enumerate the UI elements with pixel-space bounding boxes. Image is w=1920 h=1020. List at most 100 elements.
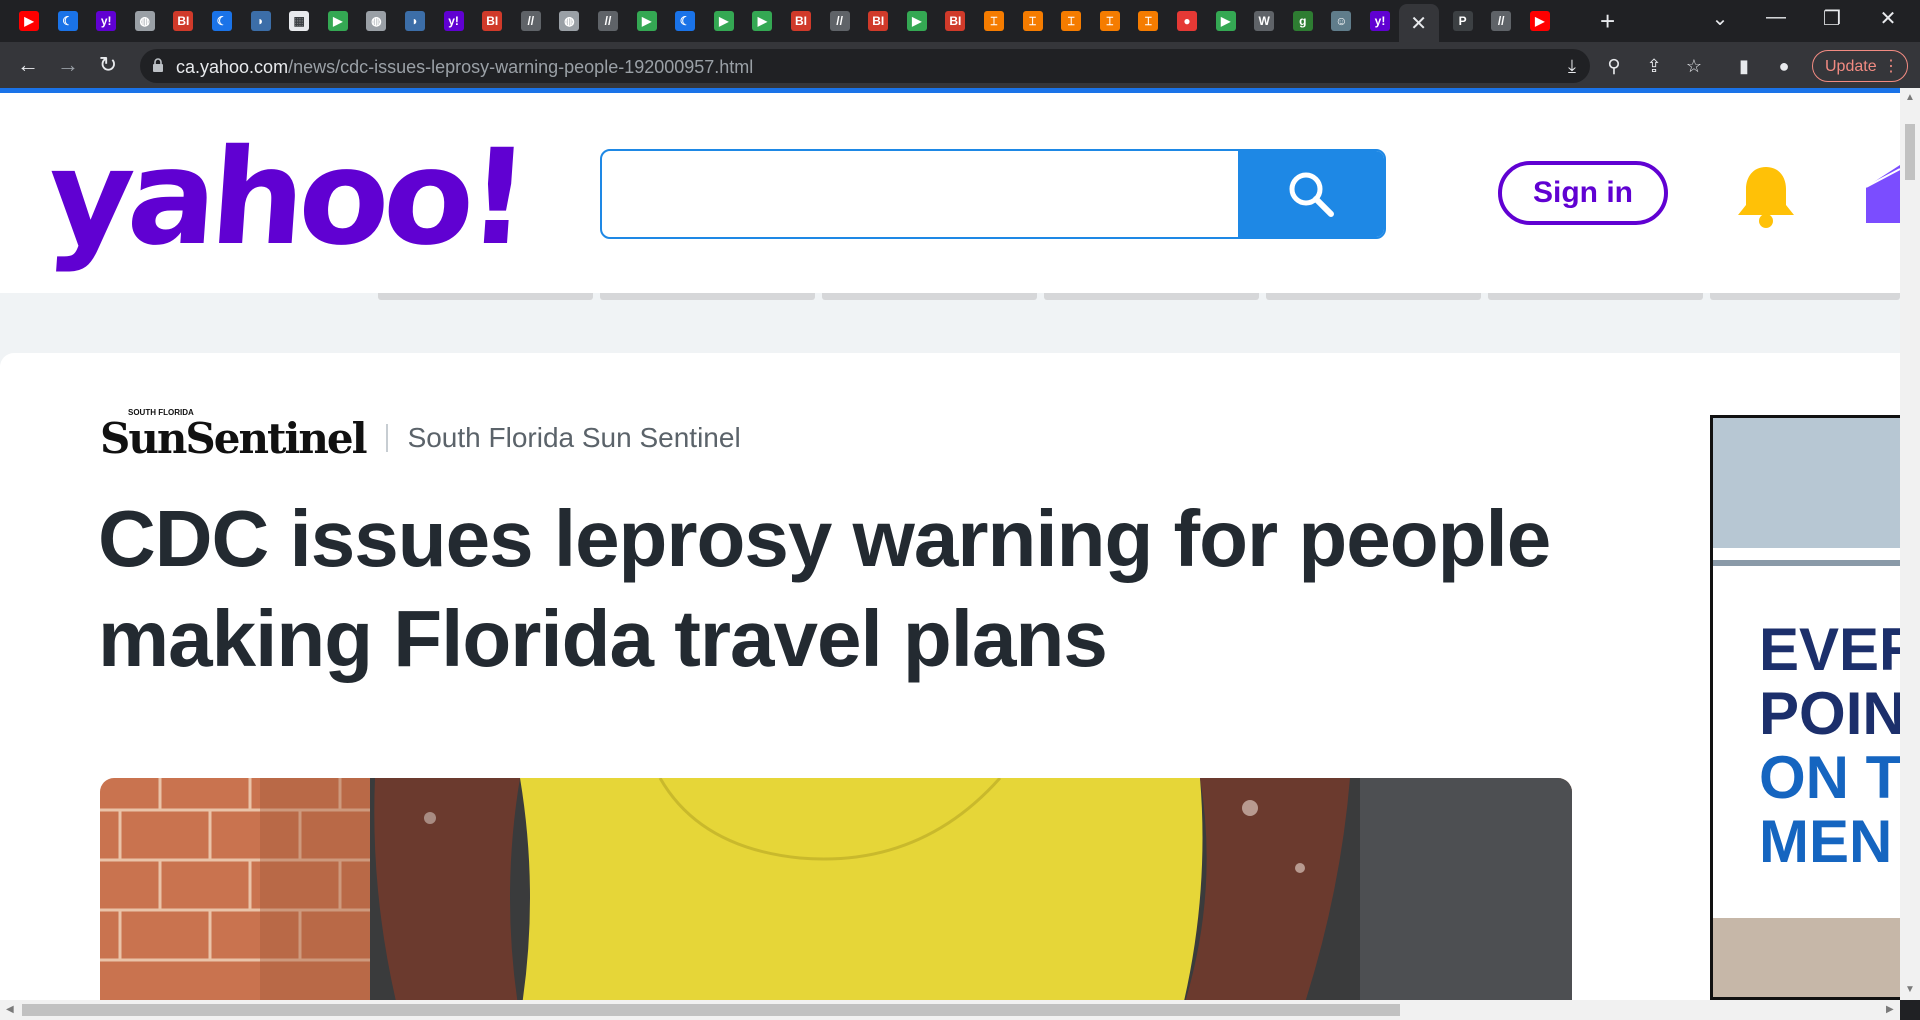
- tab[interactable]: y!: [91, 6, 121, 36]
- minimize-icon[interactable]: —: [1756, 6, 1796, 29]
- ad-line: EVER: [1759, 616, 1900, 683]
- avatar-icon: ☺: [1331, 11, 1352, 31]
- slash-icon: //: [598, 11, 618, 31]
- tab[interactable]: ◗: [246, 6, 276, 36]
- horizontal-scrollbar[interactable]: ◀ ▶: [0, 1000, 1900, 1020]
- thumbnail[interactable]: [600, 293, 815, 300]
- page-viewport: yahoo! Sign in SOUTH FLORIDA SunSentinel …: [0, 93, 1900, 1000]
- wp-icon: W: [1254, 11, 1275, 31]
- hero-image[interactable]: [100, 778, 1572, 1000]
- tab[interactable]: ⌶: [979, 6, 1009, 36]
- tab[interactable]: ▶: [902, 6, 932, 36]
- tab[interactable]: ◍: [361, 6, 391, 36]
- scroll-right-icon[interactable]: ▶: [1886, 1004, 1894, 1015]
- advertisement[interactable]: EVER POIN ON T MEN: [1710, 415, 1900, 1000]
- sun-sentinel-logo-small: SOUTH FLORIDA: [128, 407, 194, 417]
- horizontal-scroll-thumb[interactable]: [22, 1004, 1400, 1016]
- thumbnail[interactable]: [1266, 293, 1481, 300]
- tab[interactable]: ▶: [1525, 6, 1555, 36]
- thumbnail[interactable]: [822, 293, 1037, 300]
- scroll-left-icon[interactable]: ◀: [6, 1004, 14, 1015]
- tab[interactable]: ⌶: [1133, 6, 1163, 36]
- restore-icon[interactable]: ❐: [1812, 6, 1852, 31]
- tab[interactable]: ☾: [670, 6, 700, 36]
- url-text[interactable]: ca.yahoo.com/news/cdc-issues-leprosy-war…: [176, 57, 753, 78]
- vertical-scrollbar[interactable]: ▲ ▼: [1900, 88, 1920, 1000]
- thumbnail[interactable]: [1710, 293, 1900, 300]
- tab[interactable]: //: [593, 6, 623, 36]
- tab[interactable]: ▶: [323, 6, 353, 36]
- tab[interactable]: BI: [786, 6, 816, 36]
- search-input[interactable]: [602, 151, 1238, 237]
- ad-line: POIN: [1759, 680, 1900, 747]
- tab[interactable]: W: [1249, 6, 1279, 36]
- business-insider-icon: BI: [868, 11, 889, 31]
- scroll-up-icon[interactable]: ▲: [1905, 92, 1915, 103]
- sun-sentinel-logo[interactable]: SOUTH FLORIDA SunSentinel: [100, 408, 368, 463]
- tab[interactable]: ●: [1172, 6, 1202, 36]
- shield-icon: ◗: [405, 11, 425, 31]
- tab[interactable]: y!: [1365, 6, 1395, 36]
- tab[interactable]: P: [1448, 6, 1478, 36]
- tab[interactable]: ▶: [632, 6, 662, 36]
- search-button[interactable]: [1238, 151, 1384, 237]
- reload-icon[interactable]: ↻: [94, 52, 122, 80]
- tab[interactable]: ◍: [130, 6, 160, 36]
- bookmark-star-icon[interactable]: ☆: [1682, 56, 1706, 77]
- provider-name[interactable]: South Florida Sun Sentinel: [408, 422, 741, 454]
- tab[interactable]: BI: [863, 6, 893, 36]
- ad-image-bottom: [1713, 918, 1900, 997]
- tab[interactable]: BI: [477, 6, 507, 36]
- forward-icon[interactable]: →: [54, 52, 82, 80]
- close-window-icon[interactable]: ✕: [1868, 6, 1908, 31]
- tab[interactable]: BI: [168, 6, 198, 36]
- vertical-scroll-thumb[interactable]: [1905, 124, 1915, 180]
- share-icon[interactable]: ⇪: [1642, 56, 1666, 77]
- tab[interactable]: //: [516, 6, 546, 36]
- business-insider-icon: BI: [173, 11, 194, 31]
- bell-icon[interactable]: [1734, 163, 1798, 229]
- install-icon[interactable]: ⤓: [1560, 56, 1584, 77]
- tab[interactable]: ▦: [284, 6, 314, 36]
- tab[interactable]: ⌶: [1018, 6, 1048, 36]
- tab[interactable]: ☾: [207, 6, 237, 36]
- active-tab-close-icon[interactable]: ✕: [1410, 11, 1427, 36]
- tab[interactable]: BI: [940, 6, 970, 36]
- tab[interactable]: ☾: [53, 6, 83, 36]
- tab[interactable]: ☺: [1326, 6, 1356, 36]
- url-host: ca.yahoo.com: [176, 57, 289, 77]
- tab[interactable]: //: [825, 6, 855, 36]
- thumbnail[interactable]: [1044, 293, 1259, 300]
- business-insider-icon: BI: [791, 11, 811, 31]
- update-button[interactable]: Update ⋮: [1812, 50, 1908, 82]
- new-tab-icon[interactable]: +: [1600, 8, 1615, 34]
- yahoo-logo[interactable]: yahoo!: [43, 121, 528, 275]
- tab[interactable]: y!: [439, 6, 469, 36]
- back-icon[interactable]: ←: [14, 52, 42, 80]
- address-bar[interactable]: ca.yahoo.com/news/cdc-issues-leprosy-war…: [140, 49, 1590, 83]
- tab[interactable]: ◍: [554, 6, 584, 36]
- globe-icon: ◍: [366, 11, 387, 31]
- ad-divider: [1713, 560, 1900, 566]
- mail-icon[interactable]: [1866, 161, 1900, 223]
- tab[interactable]: ▶: [709, 6, 739, 36]
- scroll-down-icon[interactable]: ▼: [1905, 984, 1915, 995]
- thumbnail[interactable]: [1488, 293, 1703, 300]
- moon-icon: ☾: [675, 11, 696, 31]
- tab[interactable]: ▶: [747, 6, 777, 36]
- tab[interactable]: ▶: [1211, 6, 1241, 36]
- tab[interactable]: ◗: [400, 6, 430, 36]
- tab[interactable]: g: [1288, 6, 1318, 36]
- tab-active[interactable]: ✕: [1398, 4, 1439, 42]
- tab[interactable]: ⌶: [1056, 6, 1086, 36]
- sign-in-button[interactable]: Sign in: [1498, 161, 1668, 225]
- thumbnail-strip: [378, 293, 1900, 303]
- tab[interactable]: //: [1486, 6, 1516, 36]
- thumbnail[interactable]: [378, 293, 593, 300]
- side-panel-icon[interactable]: ▮: [1732, 56, 1756, 77]
- zoom-icon[interactable]: ⚲: [1602, 56, 1626, 77]
- tab[interactable]: ▶: [14, 6, 44, 36]
- tab-search-icon[interactable]: ⌄: [1700, 6, 1740, 31]
- profile-icon[interactable]: ●: [1772, 56, 1796, 77]
- tab[interactable]: ⌶: [1095, 6, 1125, 36]
